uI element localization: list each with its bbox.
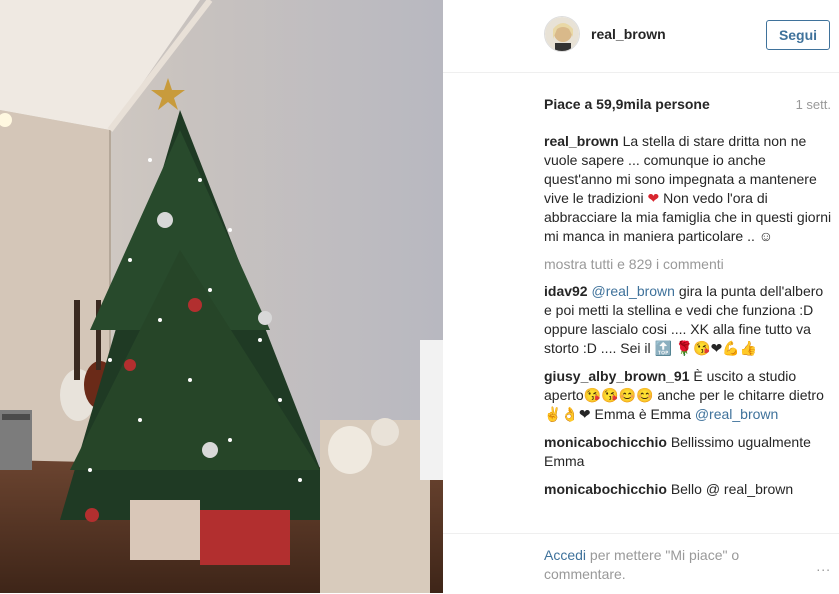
comment-item: monicabochicchio Bellissimo ugualmente E… [544,433,832,471]
likes-count[interactable]: Piace a 59,9mila persone [544,96,710,112]
comment-username[interactable]: monicabochicchio [544,434,667,450]
follow-button[interactable]: Segui [766,20,830,50]
post-time[interactable]: 1 sett. [796,97,831,112]
comments-list: real_brown La stella di stare dritta non… [544,132,832,532]
post-header: real_brown Segui [443,0,839,73]
comment-item: monicabochicchio Bello @ real_brown [544,480,832,499]
post-details-panel: real_brown Segui Piace a 59,9mila person… [443,0,839,593]
more-options-icon[interactable]: ... [816,558,831,574]
caption-username[interactable]: real_brown [544,133,619,149]
comment-mention[interactable]: @real_brown [695,406,778,422]
comment-mention[interactable]: @real_brown [591,283,674,299]
user-avatar[interactable] [544,16,580,52]
show-all-comments-link[interactable]: mostra tutti e 829 i commenti [544,255,832,274]
login-prompt: Accedi per mettere "Mi piace" o commenta… [544,546,774,584]
comment-username[interactable]: giusy_alby_brown_91 [544,368,690,384]
comment-username[interactable]: idav92 [544,283,588,299]
heart-emoji: ❤ [647,190,660,206]
comment-username[interactable]: monicabochicchio [544,481,667,497]
comment-item: giusy_alby_brown_91 È uscito a studio ap… [544,367,832,424]
login-link[interactable]: Accedi [544,547,586,563]
post-username[interactable]: real_brown [591,26,666,42]
comment-text: Bello @ real_brown [670,481,794,497]
caption: real_brown La stella di stare dritta non… [544,132,832,246]
post-footer: Accedi per mettere "Mi piace" o commenta… [443,533,839,594]
comment-item: idav92 @real_brown gira la punta dell'al… [544,282,832,358]
post-photo [0,0,443,593]
